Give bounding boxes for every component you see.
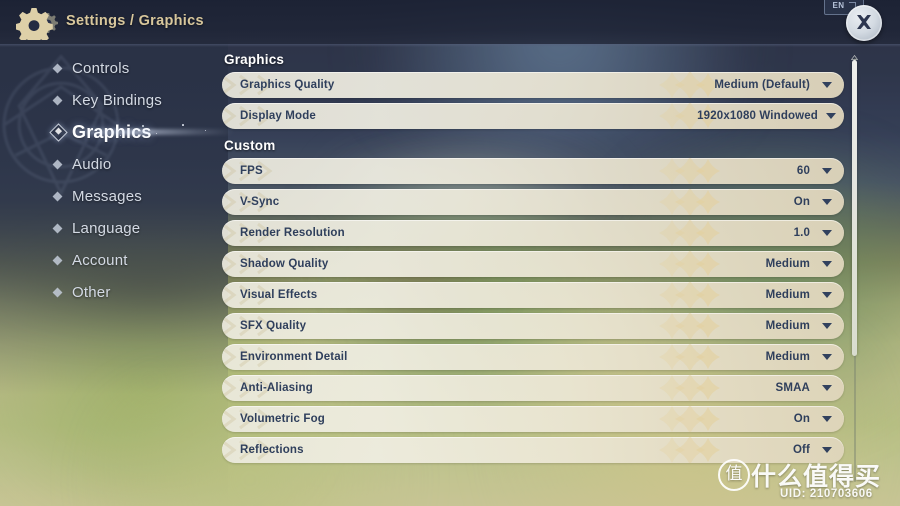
settings-window: Settings / Graphics EN Controls Key Bindi… — [0, 0, 900, 506]
sparkle-ornament-icon — [659, 158, 720, 184]
setting-row[interactable]: Graphics Quality Medium (Default) — [222, 72, 844, 98]
section-header: Custom — [224, 138, 276, 153]
sparkle-ornament-icon — [659, 406, 720, 432]
chevron-down-icon[interactable] — [822, 292, 832, 298]
sidebar-nav: Controls Key Bindings Graphics Audio Message… — [0, 52, 235, 308]
bullet-diamond-icon — [52, 255, 63, 265]
setting-value: SMAA — [775, 382, 810, 394]
sidebar-item-audio[interactable]: Audio — [0, 148, 228, 180]
bullet-diamond-icon — [52, 159, 63, 169]
sidebar-item-label: Account — [72, 251, 128, 269]
chevron-down-icon[interactable] — [822, 230, 832, 236]
bullet-diamond-icon — [52, 287, 63, 297]
setting-row[interactable]: Anti-Aliasing SMAA — [222, 375, 844, 401]
setting-value: On — [793, 413, 810, 425]
close-icon — [857, 15, 871, 29]
setting-label: Visual Effects — [240, 289, 318, 301]
sidebar-item-label: Messages — [72, 187, 142, 205]
setting-label: Display Mode — [240, 110, 316, 122]
setting-row[interactable]: Shadow Quality Medium — [222, 251, 844, 277]
sparkle-ornament-icon — [659, 344, 720, 370]
sidebar-item-label: Key Bindings — [72, 91, 162, 109]
bullet-diamond-icon — [52, 191, 63, 201]
setting-label: Render Resolution — [240, 227, 345, 239]
section-header: Graphics — [224, 52, 285, 67]
chevron-down-icon[interactable] — [822, 416, 832, 422]
chevron-down-icon[interactable] — [822, 199, 832, 205]
setting-label: FPS — [240, 165, 263, 177]
setting-label: Reflections — [240, 444, 304, 456]
setting-value: Medium — [765, 289, 810, 301]
sidebar-item-account[interactable]: Account — [0, 244, 228, 276]
chevron-down-icon[interactable] — [822, 323, 832, 329]
setting-row[interactable]: Environment Detail Medium — [222, 344, 844, 370]
sparkle-icon — [205, 130, 207, 132]
bullet-diamond-icon — [52, 95, 63, 105]
sidebar-item-key-bindings[interactable]: Key Bindings — [0, 84, 228, 116]
chevron-down-icon[interactable] — [822, 261, 832, 267]
chevron-down-icon[interactable] — [822, 354, 832, 360]
sparkle-ornament-icon — [659, 189, 720, 215]
close-button[interactable] — [846, 5, 882, 41]
setting-row[interactable]: Render Resolution 1.0 — [222, 220, 844, 246]
chevron-down-icon[interactable] — [822, 385, 832, 391]
sidebar-item-graphics[interactable]: Graphics — [0, 116, 235, 148]
setting-label: Volumetric Fog — [240, 413, 325, 425]
setting-row[interactable]: Display Mode 1920x1080 Windowed — [222, 103, 844, 129]
setting-label: Anti-Aliasing — [240, 382, 313, 394]
sidebar-item-controls[interactable]: Controls — [0, 52, 228, 84]
setting-value: 1920x1080 Windowed — [697, 110, 818, 122]
setting-label: Shadow Quality — [240, 258, 329, 270]
sidebar-item-messages[interactable]: Messages — [0, 180, 228, 212]
setting-value: 1.0 — [793, 227, 810, 239]
setting-row[interactable]: FPS 60 — [222, 158, 844, 184]
bullet-diamond-icon — [52, 63, 63, 73]
sparkle-ornament-icon — [659, 251, 720, 277]
settings-content: Graphics Graphics Quality Medium (Default)… — [222, 52, 850, 506]
setting-value: 60 — [796, 165, 810, 177]
sparkle-icon — [182, 124, 184, 126]
chevron-down-icon[interactable] — [822, 168, 832, 174]
setting-row[interactable]: Volumetric Fog On — [222, 406, 844, 432]
bullet-diamond-icon — [49, 122, 68, 142]
setting-label: V-Sync — [240, 196, 280, 208]
gear-icon — [16, 8, 58, 40]
setting-value: Medium — [765, 320, 810, 332]
sidebar-item-other[interactable]: Other — [0, 276, 228, 308]
scrollbar-thumb[interactable] — [852, 60, 857, 356]
sparkle-ornament-icon — [659, 375, 720, 401]
setting-label: SFX Quality — [240, 320, 307, 332]
sidebar-item-label: Graphics — [72, 121, 152, 142]
sparkle-ornament-icon — [659, 282, 720, 308]
sidebar-item-label: Audio — [72, 155, 112, 173]
sidebar-item-label: Controls — [72, 59, 130, 77]
title-bar-underline — [0, 44, 900, 47]
bullet-diamond-icon — [52, 223, 63, 233]
sparkle-icon — [156, 133, 158, 135]
sparkle-ornament-icon — [659, 437, 720, 463]
setting-row[interactable]: V-Sync On — [222, 189, 844, 215]
setting-value: Medium — [765, 258, 810, 270]
sidebar-item-label: Language — [72, 219, 141, 237]
setting-value: Medium (Default) — [714, 79, 810, 91]
sidebar-item-label: Other — [72, 283, 111, 301]
setting-label: Environment Detail — [240, 351, 348, 363]
chevron-down-icon[interactable] — [822, 82, 832, 88]
page-title: Settings / Graphics — [66, 13, 204, 29]
setting-label: Graphics Quality — [240, 79, 335, 91]
language-badge-label: EN — [832, 1, 845, 10]
setting-row[interactable]: Visual Effects Medium — [222, 282, 844, 308]
setting-value: On — [793, 196, 810, 208]
setting-row[interactable]: Reflections Off — [222, 437, 844, 463]
chevron-down-icon[interactable] — [826, 113, 836, 119]
setting-row[interactable]: SFX Quality Medium — [222, 313, 844, 339]
sparkle-ornament-icon — [659, 220, 720, 246]
sidebar-item-language[interactable]: Language — [0, 212, 228, 244]
setting-value: Off — [792, 444, 810, 456]
sparkle-ornament-icon — [659, 313, 720, 339]
setting-value: Medium — [765, 351, 810, 363]
chevron-down-icon[interactable] — [822, 447, 832, 453]
